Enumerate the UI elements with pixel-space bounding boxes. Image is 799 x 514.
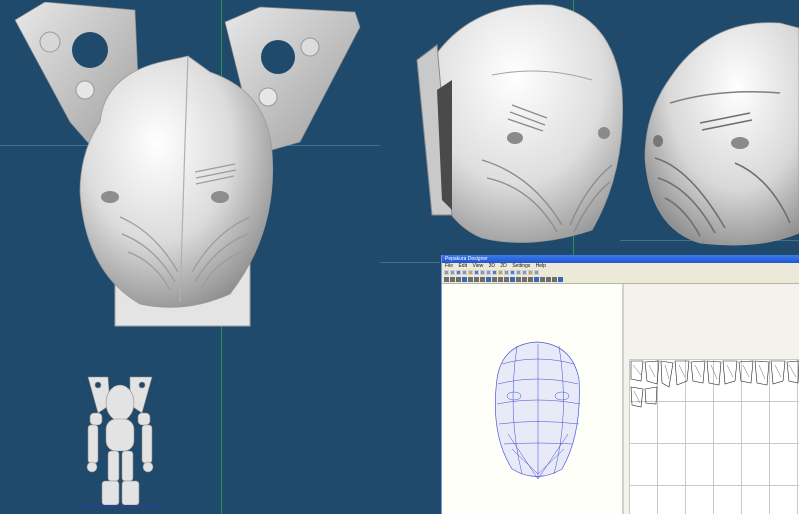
- tool-icon[interactable]: [444, 277, 449, 282]
- menu-edit[interactable]: Edit: [458, 263, 467, 269]
- unfold-icon[interactable]: [480, 270, 485, 275]
- zoom-icon[interactable]: [468, 270, 473, 275]
- tool-icon[interactable]: [522, 270, 527, 275]
- wireframe-helmet[interactable]: [442, 284, 622, 514]
- tool-icon[interactable]: [516, 270, 521, 275]
- tool-icon[interactable]: [498, 270, 503, 275]
- menu-help[interactable]: Help: [536, 263, 546, 269]
- tool-icon[interactable]: [480, 277, 485, 282]
- tool-icon[interactable]: [474, 277, 479, 282]
- tool-icon[interactable]: [504, 270, 509, 275]
- tool-icon[interactable]: [558, 277, 563, 282]
- tool-icon[interactable]: [492, 270, 497, 275]
- paper-sheet-grid: [629, 359, 799, 514]
- tool-icon[interactable]: [516, 277, 521, 282]
- tool-icon[interactable]: [510, 277, 515, 282]
- tool-icon[interactable]: [450, 277, 455, 282]
- tool-icon[interactable]: [498, 277, 503, 282]
- helmet-side-model[interactable]: [640, 18, 799, 250]
- tool-icon[interactable]: [546, 277, 551, 282]
- window-title-bar[interactable]: Pepakura Designer: [442, 255, 799, 263]
- tool-icon[interactable]: [504, 277, 509, 282]
- tool-icon[interactable]: [534, 270, 539, 275]
- tool-icon[interactable]: [540, 277, 545, 282]
- menu-3d[interactable]: 3D: [489, 263, 495, 269]
- robot-figure-model[interactable]: [80, 375, 160, 507]
- tool-icon[interactable]: [528, 270, 533, 275]
- tool-icon[interactable]: [534, 277, 539, 282]
- tool-icon[interactable]: [522, 277, 527, 282]
- menu-2d[interactable]: 2D: [500, 263, 506, 269]
- tool-icon[interactable]: [528, 277, 533, 282]
- 3d-view-pane[interactable]: [442, 284, 624, 514]
- helmet-front-model[interactable]: [412, 0, 627, 250]
- helmet-with-mounts-model[interactable]: [10, 2, 370, 332]
- pepakura-window[interactable]: Pepakura Designer File Edit View 3D 2D S…: [441, 255, 799, 514]
- tool-icon[interactable]: [456, 277, 461, 282]
- tool-icon[interactable]: [486, 277, 491, 282]
- menu-settings[interactable]: Settings: [512, 263, 530, 269]
- menu-view[interactable]: View: [472, 263, 483, 269]
- tool-icon[interactable]: [492, 277, 497, 282]
- 2d-layout-pane[interactable]: [624, 284, 799, 514]
- tool-icon[interactable]: [462, 277, 467, 282]
- rotate-icon[interactable]: [474, 270, 479, 275]
- ground-plane-line: [78, 505, 160, 507]
- main-toolbar: [442, 269, 799, 276]
- tool-icon[interactable]: [510, 270, 515, 275]
- select-icon[interactable]: [486, 270, 491, 275]
- unfolded-pieces: [630, 360, 799, 408]
- secondary-toolbar: [442, 276, 799, 284]
- save-icon[interactable]: [456, 270, 461, 275]
- horizontal-guide-line: [380, 262, 440, 263]
- new-icon[interactable]: [444, 270, 449, 275]
- print-icon[interactable]: [462, 270, 467, 275]
- tool-icon[interactable]: [552, 277, 557, 282]
- open-icon[interactable]: [450, 270, 455, 275]
- window-title: Pepakura Designer: [445, 256, 488, 262]
- tool-icon[interactable]: [468, 277, 473, 282]
- menu-file[interactable]: File: [445, 263, 453, 269]
